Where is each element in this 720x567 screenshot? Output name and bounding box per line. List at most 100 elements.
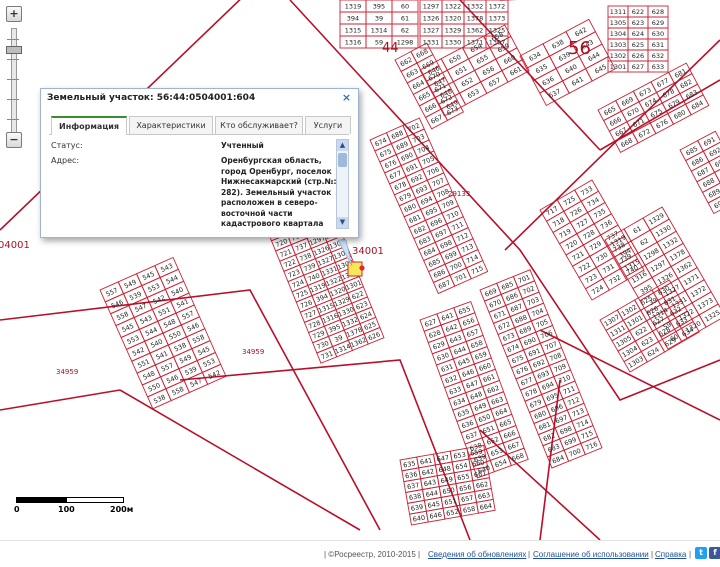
parcel-number: 1316 bbox=[345, 39, 362, 47]
parcel-number: 679 bbox=[398, 191, 413, 203]
parcel-number: 692 bbox=[410, 173, 425, 185]
parcel-number: 61 bbox=[632, 224, 643, 235]
parcel-number: 639 bbox=[410, 503, 424, 513]
parcel-number: 624 bbox=[632, 30, 644, 38]
updates-link[interactable]: Сведения об обновлениях bbox=[428, 550, 526, 559]
parcel-number: 676 bbox=[383, 158, 398, 170]
tab-characteristics[interactable]: Характеристики bbox=[129, 116, 213, 134]
parcel-number: 62 bbox=[639, 237, 650, 248]
close-icon[interactable]: × bbox=[341, 92, 352, 104]
parcel-number: 635 bbox=[403, 459, 417, 469]
parcel-number: 653 bbox=[453, 451, 467, 461]
zoom-out-button[interactable]: − bbox=[6, 132, 22, 148]
quarter-boundary bbox=[0, 389, 121, 411]
parcel-number: 685 bbox=[427, 257, 442, 269]
parcel-number: 649 bbox=[440, 475, 454, 485]
terms-link[interactable]: Соглашение об использовании bbox=[533, 550, 649, 559]
parcel-number: 648 bbox=[438, 464, 452, 474]
parcel-number: 687 bbox=[437, 279, 452, 291]
twitter-icon[interactable]: t bbox=[695, 547, 707, 559]
parcel-number: 714 bbox=[465, 253, 480, 265]
parcel-number: 1314 bbox=[371, 27, 388, 35]
parcel-number: 688 bbox=[390, 129, 405, 141]
parcel-number: 1327 bbox=[423, 27, 440, 35]
parcel-number: 1319 bbox=[345, 3, 362, 11]
parcel-number: 623 bbox=[632, 19, 644, 27]
parcel-number: 650 bbox=[442, 486, 456, 496]
tab-information[interactable]: Информация bbox=[51, 116, 127, 135]
scale-bar: 0 100 200м bbox=[14, 497, 133, 517]
quarter-number: 44 bbox=[382, 41, 399, 56]
parcel-number: 700 bbox=[449, 260, 464, 272]
cadastral-label: 34001 bbox=[352, 246, 384, 257]
zoom-in-button[interactable]: + bbox=[6, 6, 22, 22]
zoom-slider-handle[interactable] bbox=[6, 46, 22, 54]
parcel-number: 699 bbox=[444, 249, 459, 261]
parcel-number: 1301 bbox=[610, 63, 627, 71]
cadastral-label: 34959 bbox=[56, 368, 78, 376]
parcel-block bbox=[519, 18, 616, 107]
address-label: Адрес: bbox=[51, 156, 80, 165]
address-line: Оренбургская область, bbox=[221, 156, 322, 165]
parcel-number: 702 bbox=[406, 121, 421, 133]
parcel-number: 1330 bbox=[445, 39, 462, 47]
parcel-number: 625 bbox=[632, 41, 644, 49]
scale-label: 0 bbox=[14, 505, 20, 514]
parcel-number: 694 bbox=[419, 195, 434, 207]
parcel-number: 690 bbox=[400, 151, 415, 163]
status-value: Учтенный bbox=[221, 141, 264, 150]
parcel-number: 1298 bbox=[397, 39, 414, 47]
parcel-number: 657 bbox=[460, 494, 474, 504]
parcel-number: 1303 bbox=[610, 41, 627, 49]
zoom-tick bbox=[7, 119, 19, 120]
map-canvas[interactable]: 1319394131513163953913145960616212981297… bbox=[0, 0, 720, 541]
scroll-thumb[interactable] bbox=[338, 153, 347, 167]
cadastral-label: 34959 bbox=[242, 348, 264, 356]
parcel-number: 663 bbox=[477, 491, 491, 501]
address-line: 282). Земельный участок bbox=[221, 187, 332, 197]
selected-parcel-marker[interactable] bbox=[359, 265, 365, 271]
parcel-number: 715 bbox=[470, 264, 485, 276]
parcel-number: 1322 bbox=[445, 3, 462, 11]
popup-tabs: Информация Характеристики Кто обслуживае… bbox=[49, 116, 351, 135]
tab-services[interactable]: Услуги bbox=[305, 116, 351, 134]
parcel-number: 697 bbox=[434, 227, 449, 239]
parcel-number: 695 bbox=[424, 206, 439, 218]
parcel-number: 1332 bbox=[467, 3, 484, 11]
parcel-number: 644 bbox=[425, 489, 439, 499]
parcel-number: 696 bbox=[429, 216, 444, 228]
scroll-down-icon[interactable]: ▼ bbox=[337, 217, 348, 228]
cadastral-label: 04001 bbox=[0, 240, 30, 251]
parcel-number: 704 bbox=[416, 143, 431, 155]
parcel-number: 680 bbox=[403, 202, 418, 214]
popup-properties: Статус: Учтенный Адрес: Оренбургская обл… bbox=[49, 139, 351, 231]
cadastral-map[interactable]: 1319 394 1315 1316 395 39 1314 59 60 61 62 1298 1297… bbox=[0, 0, 720, 541]
parcel-number: 1303 bbox=[627, 355, 645, 370]
parcel-number: 1329 bbox=[445, 27, 462, 35]
scale-label: 200м bbox=[110, 505, 134, 514]
address-value: Оренбургская область, город Оренбург, по… bbox=[221, 156, 339, 230]
parcel-number: 1302 bbox=[610, 52, 627, 60]
scroll-up-icon[interactable]: ▲ bbox=[337, 140, 348, 151]
parcel-number: 711 bbox=[450, 220, 465, 232]
facebook-icon[interactable]: f bbox=[709, 547, 720, 559]
popup-scrollbar[interactable]: ▲ ▼ bbox=[336, 139, 349, 229]
parcel-number: 642 bbox=[421, 467, 435, 477]
parcel-number: 655 bbox=[457, 472, 471, 482]
cadastral-label: 29133 bbox=[448, 190, 470, 198]
quarter-boundary bbox=[119, 389, 361, 531]
parcel-number: 629 bbox=[652, 19, 664, 27]
parcel-number: 1378 bbox=[467, 15, 484, 23]
parcel-number: 39 bbox=[375, 15, 383, 23]
parcel-number: 646 bbox=[429, 511, 443, 521]
zoom-slider-track[interactable] bbox=[7, 28, 19, 136]
tab-who-serves[interactable]: Кто обслуживает? bbox=[215, 116, 303, 134]
parcel-number: 710 bbox=[445, 209, 460, 221]
help-link[interactable]: Справка bbox=[655, 550, 686, 559]
parcel-number: 626 bbox=[632, 52, 644, 60]
parcel-number: 1297 bbox=[423, 3, 440, 11]
address-line: расположен в северо- bbox=[221, 198, 318, 207]
parcel-number: 645 bbox=[427, 500, 441, 510]
parcel-number: 693 bbox=[414, 184, 429, 196]
zoom-tick bbox=[7, 39, 19, 40]
